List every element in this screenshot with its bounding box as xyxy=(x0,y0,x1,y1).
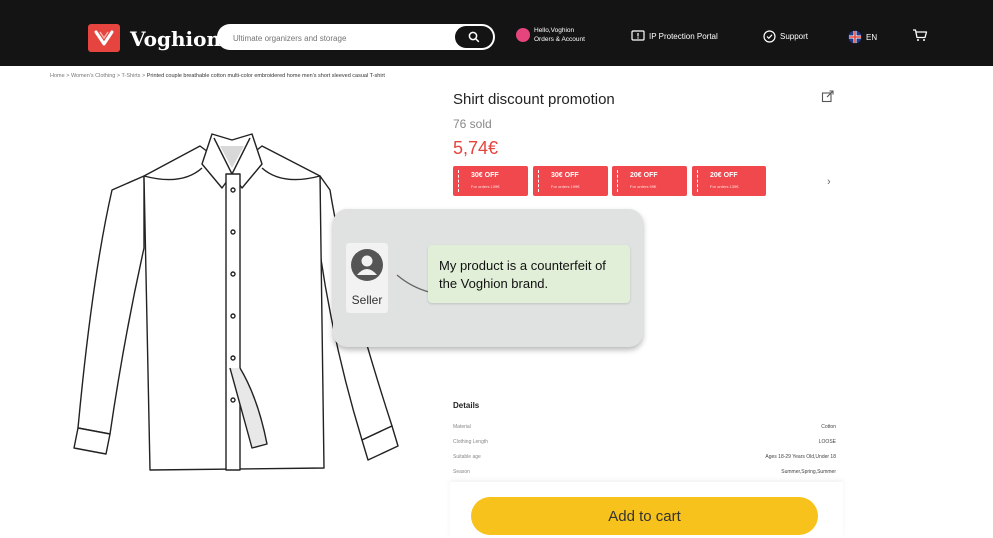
detail-value: Cotton xyxy=(821,424,836,430)
search-button[interactable] xyxy=(455,26,493,48)
seller-label: Seller xyxy=(351,293,383,307)
coupon-1[interactable]: 30€ OFF For orders 139€ xyxy=(453,166,528,196)
detail-value: Summer,Spring,Summer xyxy=(781,469,836,475)
seller-avatar: Seller xyxy=(346,243,388,313)
support-link[interactable]: Support xyxy=(763,30,808,43)
account-greeting: Hello,Voghion xyxy=(534,27,575,34)
coupon-3[interactable]: 20€ OFF For orders 99€ xyxy=(612,166,687,196)
coupon-label: 30€ OFF xyxy=(471,172,499,179)
sold-count: 76 sold xyxy=(453,117,492,131)
coupon-condition: For orders 139€ xyxy=(471,184,500,189)
coupon-label: 20€ OFF xyxy=(630,172,658,179)
detail-key: Material xyxy=(453,424,471,430)
coupon-condition: For orders 139€ xyxy=(710,184,739,189)
detail-row: Suitable age Ages 18-29 Years Old,Under … xyxy=(453,454,836,461)
detail-key: Season xyxy=(453,469,470,475)
breadcrumb-subcategory[interactable]: T-Shirts xyxy=(121,73,140,79)
support-label: Support xyxy=(780,32,809,41)
brand-name[interactable]: Voghion xyxy=(130,27,221,51)
breadcrumb-home[interactable]: Home xyxy=(50,73,65,79)
detail-row: Clothing Length LOOSE xyxy=(453,439,836,446)
coupon-label: 30€ OFF xyxy=(551,172,579,179)
product-price: 5,74€ xyxy=(453,138,499,158)
detail-key: Suitable age xyxy=(453,454,481,460)
voghion-logo-icon[interactable] xyxy=(88,24,120,52)
search-icon xyxy=(468,31,480,43)
message-text: My product is a counterfeit of the Voghi… xyxy=(439,258,606,291)
message-bubble: My product is a counterfeit of the Voghi… xyxy=(428,245,630,303)
details-heading: Details xyxy=(453,401,480,410)
breadcrumb-category[interactable]: Women's Clothing xyxy=(71,73,115,79)
support-icon xyxy=(763,30,776,43)
coupon-condition: For orders 99€ xyxy=(630,184,657,189)
speech-tail xyxy=(396,274,430,293)
search-bar xyxy=(217,24,495,50)
detail-row: Material Cotton xyxy=(453,424,836,431)
account-menu[interactable]: Hello,Voghion Orders & Account xyxy=(516,26,585,44)
language-label: EN xyxy=(866,32,878,42)
top-nav-bar: Voghion Hello,Voghion Orders & Account I… xyxy=(0,0,993,66)
cart-icon xyxy=(913,29,928,41)
detail-key: Clothing Length xyxy=(453,439,489,445)
breadcrumb: Home > Women's Clothing > T-Shirts > Pri… xyxy=(50,73,385,79)
search-input[interactable] xyxy=(231,29,455,47)
coupon-4[interactable]: 20€ OFF For orders 139€ xyxy=(692,166,766,196)
cart-link[interactable] xyxy=(912,28,928,42)
coupon-label: 20€ OFF xyxy=(710,172,738,179)
ip-portal-icon xyxy=(631,30,645,41)
ip-portal-label: IP Protection Portal xyxy=(649,31,718,41)
coupon-2[interactable]: 30€ OFF For orders 199€ xyxy=(533,166,608,196)
product-title: Shirt discount promotion xyxy=(453,91,615,108)
language-selector[interactable]: EN xyxy=(848,30,877,44)
orders-account-label: Orders & Account xyxy=(534,36,585,43)
share-icon[interactable] xyxy=(821,90,834,103)
detail-value: LOOSE xyxy=(818,439,836,445)
person-icon xyxy=(351,249,383,281)
uk-flag-icon xyxy=(848,30,862,44)
add-to-cart-button[interactable]: Add to cart xyxy=(471,497,818,535)
coupon-condition: For orders 199€ xyxy=(551,184,580,189)
detail-row: Season Summer,Spring,Summer xyxy=(453,469,836,476)
breadcrumb-current: Printed couple breathable cotton multi-c… xyxy=(146,73,385,79)
coupons-next-chevron-icon[interactable]: › xyxy=(827,176,831,188)
ip-portal-link[interactable]: IP Protection Portal xyxy=(631,30,718,42)
detail-value: Ages 18-29 Years Old,Under 18 xyxy=(765,454,836,460)
user-avatar-icon xyxy=(516,28,530,42)
